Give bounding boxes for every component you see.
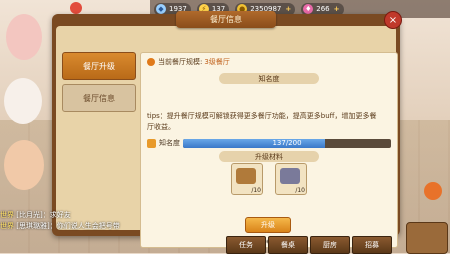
add-gold-button[interactable]: +: [285, 5, 291, 13]
restaurant-dialog: 餐厅升级 餐厅信息 当前餐厅规模: 3级餐厅 知名度 tips：提升餐厅规模可解…: [52, 11, 402, 248]
menu-task-button[interactable]: 任务: [226, 236, 266, 254]
materials-section-header: 升级材料: [219, 151, 319, 162]
fame-progress-bar: 137/200: [183, 138, 391, 148]
close-icon: ×: [388, 14, 398, 26]
chat-panel[interactable]: 世界 [比月光]：求好友 世界 [思琪璐雅]：你们说人生会把号带: [0, 210, 170, 232]
restaurant-scale: 当前餐厅规模: 3级餐厅: [147, 57, 230, 67]
wood-plank-icon: [236, 168, 256, 184]
fame-icon: [147, 138, 156, 148]
character-left-bottom[interactable]: [4, 140, 44, 190]
lamp-decoration: [70, 2, 82, 14]
gem-icon: ♦: [303, 4, 314, 14]
dialog-title: 餐厅信息: [176, 11, 276, 28]
diamond-icon: ◆: [156, 4, 166, 14]
menu-recruit-button[interactable]: 招募: [352, 236, 392, 254]
bottom-menu: 任务 餐桌 厨房 招募: [226, 236, 392, 254]
stone-icon: [280, 168, 300, 184]
material-slot-stone[interactable]: /10: [275, 163, 307, 195]
fame-section-header: 知名度: [219, 73, 319, 84]
material-slot-wood[interactable]: /10: [231, 163, 263, 195]
tips-text: tips：提升餐厅规模可解锁获得更多餐厅功能，提高更多buff，增加更多餐厅收益…: [147, 112, 377, 131]
mascot-corner-button[interactable]: [406, 222, 448, 254]
tab-restaurant-info[interactable]: 餐厅信息: [62, 84, 136, 112]
menu-table-button[interactable]: 餐桌: [268, 236, 308, 254]
fame-progress-text: 137/200: [272, 138, 302, 147]
character-left-top[interactable]: [6, 14, 42, 60]
upgrade-panel: 当前餐厅规模: 3级餐厅 知名度 tips：提升餐厅规模可解锁获得更多餐厅功能，…: [140, 52, 398, 248]
chat-message: 世界 [思琪璐雅]：你们说人生会把号带: [0, 222, 120, 230]
chat-message: 世界 [比月光]：求好友: [0, 211, 71, 219]
chef-hat-icon: [147, 58, 155, 66]
add-gem-button[interactable]: +: [334, 5, 340, 13]
tab-restaurant-upgrade[interactable]: 餐厅升级: [62, 52, 136, 80]
close-button[interactable]: ×: [384, 11, 402, 29]
dialog-body: 餐厅升级 餐厅信息 当前餐厅规模: 3级餐厅 知名度 tips：提升餐厅规模可解…: [56, 26, 398, 248]
fame-row: 知名度 137/200: [147, 137, 391, 149]
upgrade-button[interactable]: 升级: [245, 217, 291, 233]
menu-kitchen-button[interactable]: 厨房: [310, 236, 350, 254]
character-left-mid[interactable]: [4, 78, 42, 124]
flower-decoration: [424, 182, 442, 200]
